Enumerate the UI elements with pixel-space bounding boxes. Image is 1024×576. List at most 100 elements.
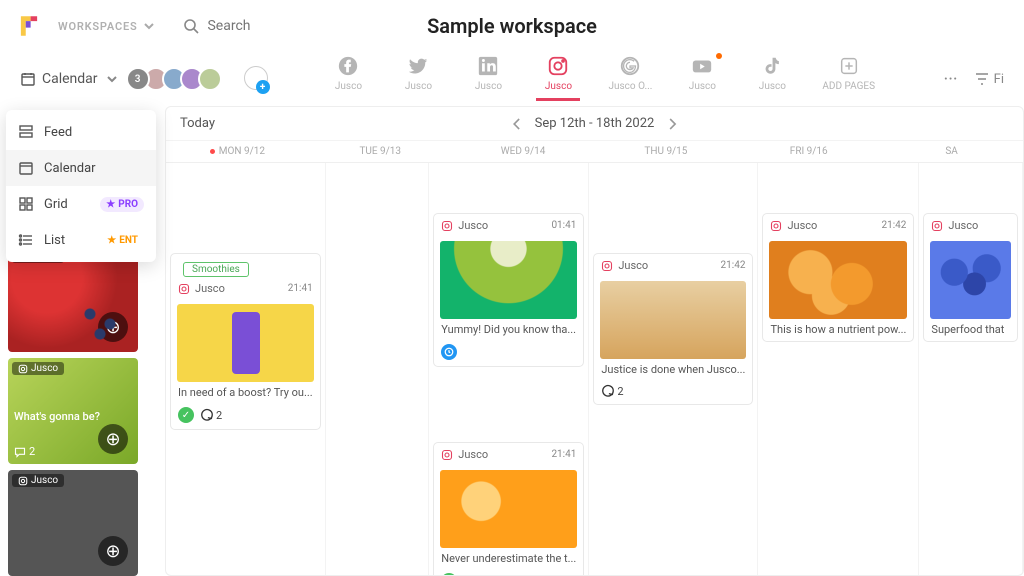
add-to-queue-button[interactable]: ⊕ bbox=[98, 424, 128, 454]
post-card[interactable]: Jusco Superfood that bbox=[923, 213, 1018, 342]
day-column[interactable]: Jusco 01:41 Yummy! Did you know tha... bbox=[429, 163, 589, 576]
tiktok-icon bbox=[761, 55, 783, 77]
day-header: MON 9/12 bbox=[166, 141, 309, 162]
view-menu-calendar[interactable]: Calendar bbox=[6, 150, 156, 186]
day-header: WED 9/14 bbox=[452, 141, 595, 162]
more-menu[interactable]: ··· bbox=[944, 69, 958, 90]
channel-linkedin[interactable]: Jusco bbox=[466, 55, 510, 101]
post-card[interactable]: Jusco 01:41 Yummy! Did you know tha... bbox=[433, 213, 584, 367]
day-column[interactable]: Jusco 21:42 Justice is done when Jusco..… bbox=[589, 163, 758, 576]
post-time: 21:42 bbox=[721, 260, 746, 271]
prev-week-button[interactable] bbox=[509, 116, 525, 132]
day-header: TUE 9/13 bbox=[309, 141, 452, 162]
post-image bbox=[769, 241, 907, 319]
day-column[interactable]: Jusco Superfood that bbox=[919, 163, 1023, 576]
plus-icon: + bbox=[256, 80, 270, 94]
menu-label: List bbox=[44, 233, 65, 248]
workspaces-label: WORKSPACES bbox=[58, 20, 137, 33]
date-range: Sep 12th - 18th 2022 bbox=[535, 116, 655, 131]
post-text: Superfood that bbox=[924, 323, 1017, 341]
channel-tiktok[interactable]: Jusco bbox=[750, 55, 794, 101]
post-account: Jusco bbox=[618, 259, 648, 272]
list-icon bbox=[18, 232, 34, 248]
post-comments[interactable]: 2 bbox=[601, 384, 623, 398]
view-selector-label: Calendar bbox=[42, 71, 98, 87]
post-text: Never underestimate the t... bbox=[434, 552, 583, 570]
thumb-brand-tag: Jusco bbox=[12, 474, 64, 487]
instagram-icon bbox=[18, 364, 28, 374]
clock-icon bbox=[444, 347, 454, 357]
post-text: Justice is done when Jusco... bbox=[594, 363, 752, 381]
app-logo bbox=[16, 13, 42, 39]
facebook-icon bbox=[337, 55, 359, 77]
day-header: THU 9/15 bbox=[594, 141, 737, 162]
workspaces-dropdown[interactable]: WORKSPACES bbox=[58, 18, 157, 34]
post-card[interactable]: Jusco 21:42 Justice is done when Jusco..… bbox=[593, 253, 753, 405]
channel-twitter[interactable]: Jusco bbox=[396, 55, 440, 101]
next-week-button[interactable] bbox=[664, 116, 680, 132]
view-menu-feed[interactable]: Feed bbox=[6, 114, 156, 150]
channel-google[interactable]: Jusco O... bbox=[606, 55, 654, 101]
day-header: FRI 9/16 bbox=[737, 141, 880, 162]
feed-icon bbox=[18, 124, 34, 140]
instagram-icon bbox=[547, 55, 569, 77]
post-tag: Smoothies bbox=[183, 262, 249, 277]
post-account: Jusco bbox=[195, 282, 225, 295]
add-page-button[interactable]: ADD PAGES bbox=[820, 55, 877, 101]
calendar-panel: Today Sep 12th - 18th 2022 MON 9/12 TUE … bbox=[165, 106, 1024, 576]
search-icon bbox=[183, 18, 199, 34]
view-menu-grid[interactable]: Grid ★PRO bbox=[6, 186, 156, 222]
instagram-icon bbox=[601, 260, 613, 272]
view-menu-list[interactable]: List ★ENT bbox=[6, 222, 156, 258]
comment-icon bbox=[14, 446, 26, 458]
instagram-icon bbox=[770, 220, 782, 232]
page-title: Sample workspace bbox=[427, 14, 597, 38]
media-thumb[interactable]: Jusco What's gonna be? ⊕ 2 bbox=[8, 358, 138, 464]
post-account: Jusco bbox=[948, 219, 978, 232]
avatar bbox=[198, 67, 222, 91]
comment-icon bbox=[200, 408, 214, 422]
day-column[interactable]: Smoothies Jusco 21:41 In need of a boost… bbox=[166, 163, 326, 576]
day-column[interactable] bbox=[326, 163, 430, 576]
post-account: Jusco bbox=[458, 219, 488, 232]
instagram-icon bbox=[931, 220, 943, 232]
linkedin-icon bbox=[477, 55, 499, 77]
day-header: SA bbox=[880, 141, 1023, 162]
day-column[interactable]: Jusco 21:42 This is how a nutrient pow..… bbox=[758, 163, 919, 576]
post-account: Jusco bbox=[787, 219, 817, 232]
channel-label: ADD PAGES bbox=[822, 81, 875, 92]
search-input[interactable] bbox=[207, 18, 327, 34]
channel-youtube[interactable]: Jusco bbox=[680, 55, 724, 101]
add-to-queue-button[interactable]: ⊕ bbox=[98, 312, 128, 342]
youtube-icon bbox=[691, 55, 713, 77]
post-image bbox=[440, 470, 577, 548]
instagram-icon bbox=[18, 476, 28, 486]
thumb-caption: What's gonna be? bbox=[14, 410, 100, 423]
channel-instagram[interactable]: Jusco bbox=[536, 55, 580, 101]
channel-facebook[interactable]: Jusco bbox=[326, 55, 370, 101]
today-button[interactable]: Today bbox=[180, 116, 215, 131]
post-text: Yummy! Did you know tha... bbox=[434, 323, 583, 341]
post-card[interactable]: Smoothies Jusco 21:41 In need of a boost… bbox=[170, 253, 321, 430]
plus-square-icon bbox=[838, 55, 860, 77]
filter-button[interactable]: Fi bbox=[974, 71, 1004, 87]
add-to-queue-button[interactable]: ⊕ bbox=[98, 536, 128, 566]
search[interactable] bbox=[183, 18, 327, 34]
filter-label: Fi bbox=[994, 72, 1004, 87]
media-thumb[interactable]: Jusco ⊕ bbox=[8, 470, 138, 576]
view-selector[interactable]: Calendar bbox=[20, 71, 120, 87]
add-collaborator-button[interactable]: + bbox=[244, 66, 268, 92]
status-approved-icon: ✓ bbox=[178, 407, 194, 423]
channel-label: Jusco bbox=[405, 81, 432, 92]
view-menu-popover: Feed Calendar Grid ★PRO List ★ENT bbox=[6, 110, 156, 262]
post-comments[interactable]: 2 bbox=[200, 408, 222, 422]
comment-icon bbox=[601, 384, 615, 398]
post-card[interactable]: Jusco 21:42 This is how a nutrient pow..… bbox=[762, 213, 914, 342]
pro-badge: ★PRO bbox=[100, 197, 144, 212]
menu-label: Calendar bbox=[44, 161, 96, 176]
filter-icon bbox=[974, 71, 990, 87]
collaborator-avatars[interactable]: 3 bbox=[132, 67, 222, 91]
post-text: In need of a boost? Try ou... bbox=[171, 386, 320, 404]
post-card[interactable]: Jusco 21:41 Never underestimate the t...… bbox=[433, 442, 584, 576]
channel-label: Jusco bbox=[545, 81, 572, 92]
